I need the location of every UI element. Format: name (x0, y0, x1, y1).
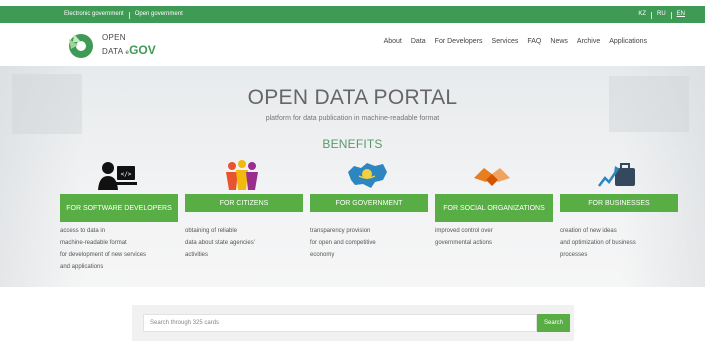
description-line: processes (560, 252, 588, 258)
for-businesses-button[interactable]: FOR BUSINESSES (560, 194, 678, 212)
search-input[interactable]: Search through 325 cards (143, 314, 537, 332)
description-line: and optimization of business (560, 240, 636, 246)
nav-archive[interactable]: Archive (577, 38, 600, 45)
logo-gov-text: GOV (129, 43, 156, 57)
description-line: transparency provision (310, 228, 371, 234)
logo-line-1: OPEN (102, 33, 126, 42)
electronic-government-link[interactable]: Electronic government (64, 6, 124, 23)
language-kz[interactable]: KZ (638, 6, 646, 23)
language-divider (670, 12, 672, 19)
developer-icon: </> (98, 162, 137, 190)
page: Electronic government Open government KZ… (0, 0, 705, 347)
handshake-icon (474, 168, 510, 186)
top-bar-links: Electronic government Open government (64, 6, 183, 23)
for-social-organizations-button[interactable]: FOR SOCIAL ORGANIZATIONS (435, 194, 553, 222)
page-title: OPEN DATA PORTAL (247, 86, 458, 109)
description-line: creation of new ideas (560, 228, 617, 234)
nav-services[interactable]: Services (492, 38, 519, 45)
description-line: governmental actions (435, 240, 493, 246)
for-software-developers-button[interactable]: FOR SOFTWARE DEVELOPERS (60, 194, 178, 222)
top-bar-divider (128, 12, 130, 19)
description-line: for development of new services (60, 252, 147, 258)
business-icon (598, 163, 635, 187)
language-divider (650, 12, 652, 19)
nav-for-developers[interactable]: For Developers (435, 38, 483, 45)
language-ru[interactable]: RU (657, 6, 666, 23)
description-line: data about state agencies' (185, 240, 255, 246)
logo-line-2: DATA eGOV (102, 43, 156, 57)
open-government-link[interactable]: Open government (135, 6, 183, 23)
businesses-description: creation of new ideas and optimization o… (560, 225, 680, 261)
search-button[interactable]: Search (537, 314, 570, 332)
main-navigation: About Data For Developers Services FAQ N… (384, 38, 647, 45)
top-bar: Electronic government Open government KZ… (0, 6, 705, 23)
language-switcher: KZ RU EN (638, 6, 685, 23)
kazakhstan-map-icon (348, 163, 387, 188)
site-header: OPEN DATA eGOV About Data For Developers… (0, 23, 705, 66)
benefits-heading: BENEFITS (322, 137, 383, 151)
description-line: access to data in (60, 228, 106, 234)
description-line: obtaining of reliable (185, 228, 238, 234)
nav-news[interactable]: News (550, 38, 568, 45)
citizens-description: obtaining of reliable data about state a… (185, 225, 305, 261)
description-line: and applications (60, 264, 104, 270)
nav-faq[interactable]: FAQ (527, 38, 541, 45)
description-line: for open and competitive (310, 240, 376, 246)
site-logo[interactable]: OPEN DATA eGOV (66, 29, 176, 61)
social-organizations-description: improved control over governmental actio… (435, 225, 555, 249)
description-line: improved control over (435, 228, 493, 234)
citizens-icon (226, 160, 258, 190)
language-en[interactable]: EN (677, 6, 685, 23)
nav-data[interactable]: Data (411, 38, 426, 45)
government-description: transparency provision for open and comp… (310, 225, 430, 261)
logo-data-text: DATA (102, 47, 123, 56)
page-subtitle: platform for data publication in machine… (265, 115, 440, 122)
description-line: machine-readable format (60, 240, 127, 246)
for-government-button[interactable]: FOR GOVERNMENT (310, 194, 428, 212)
developers-description: access to data in machine-readable forma… (60, 225, 180, 273)
nav-applications[interactable]: Applications (609, 38, 647, 45)
open-data-logo-icon (69, 34, 93, 58)
description-line: activities (185, 252, 209, 258)
svg-text:</>: </> (121, 171, 132, 178)
description-line: economy (310, 252, 335, 258)
for-citizens-button[interactable]: FOR CITIZENS (185, 194, 303, 212)
nav-about[interactable]: About (384, 38, 402, 45)
search-panel: Search through 325 cards Search (132, 305, 574, 341)
